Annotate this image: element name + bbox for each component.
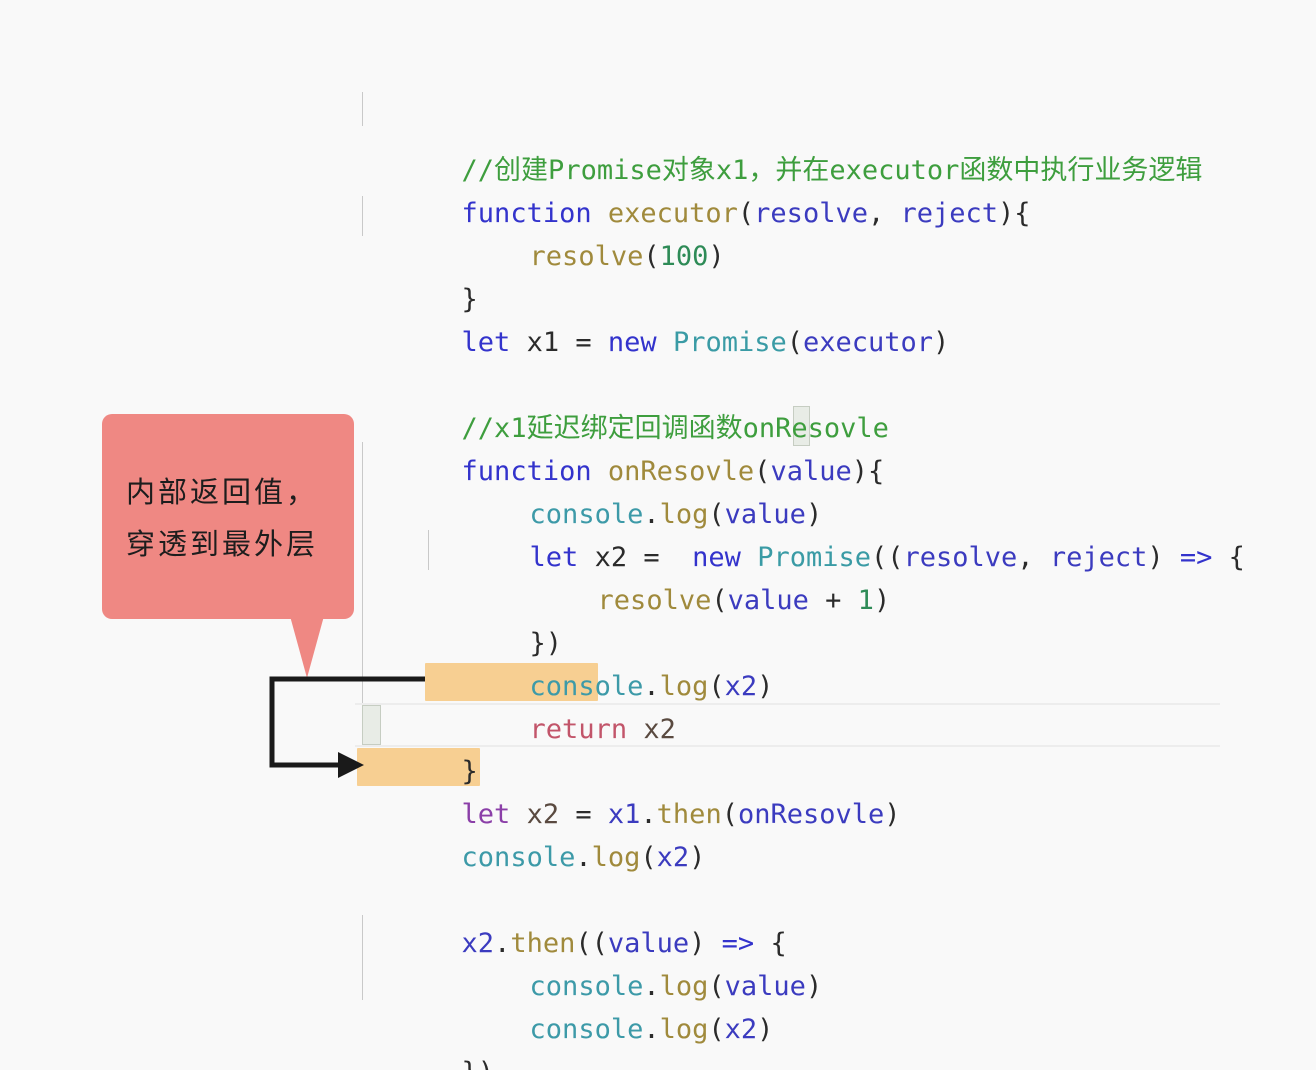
code-annotation-figure: //创建Promise对象x1，并在executor函数中执行业务逻辑 func… xyxy=(0,0,1316,1070)
connector-polyline xyxy=(269,676,425,768)
annotation-connector xyxy=(269,676,425,778)
connector-arrowhead-icon xyxy=(338,752,364,778)
